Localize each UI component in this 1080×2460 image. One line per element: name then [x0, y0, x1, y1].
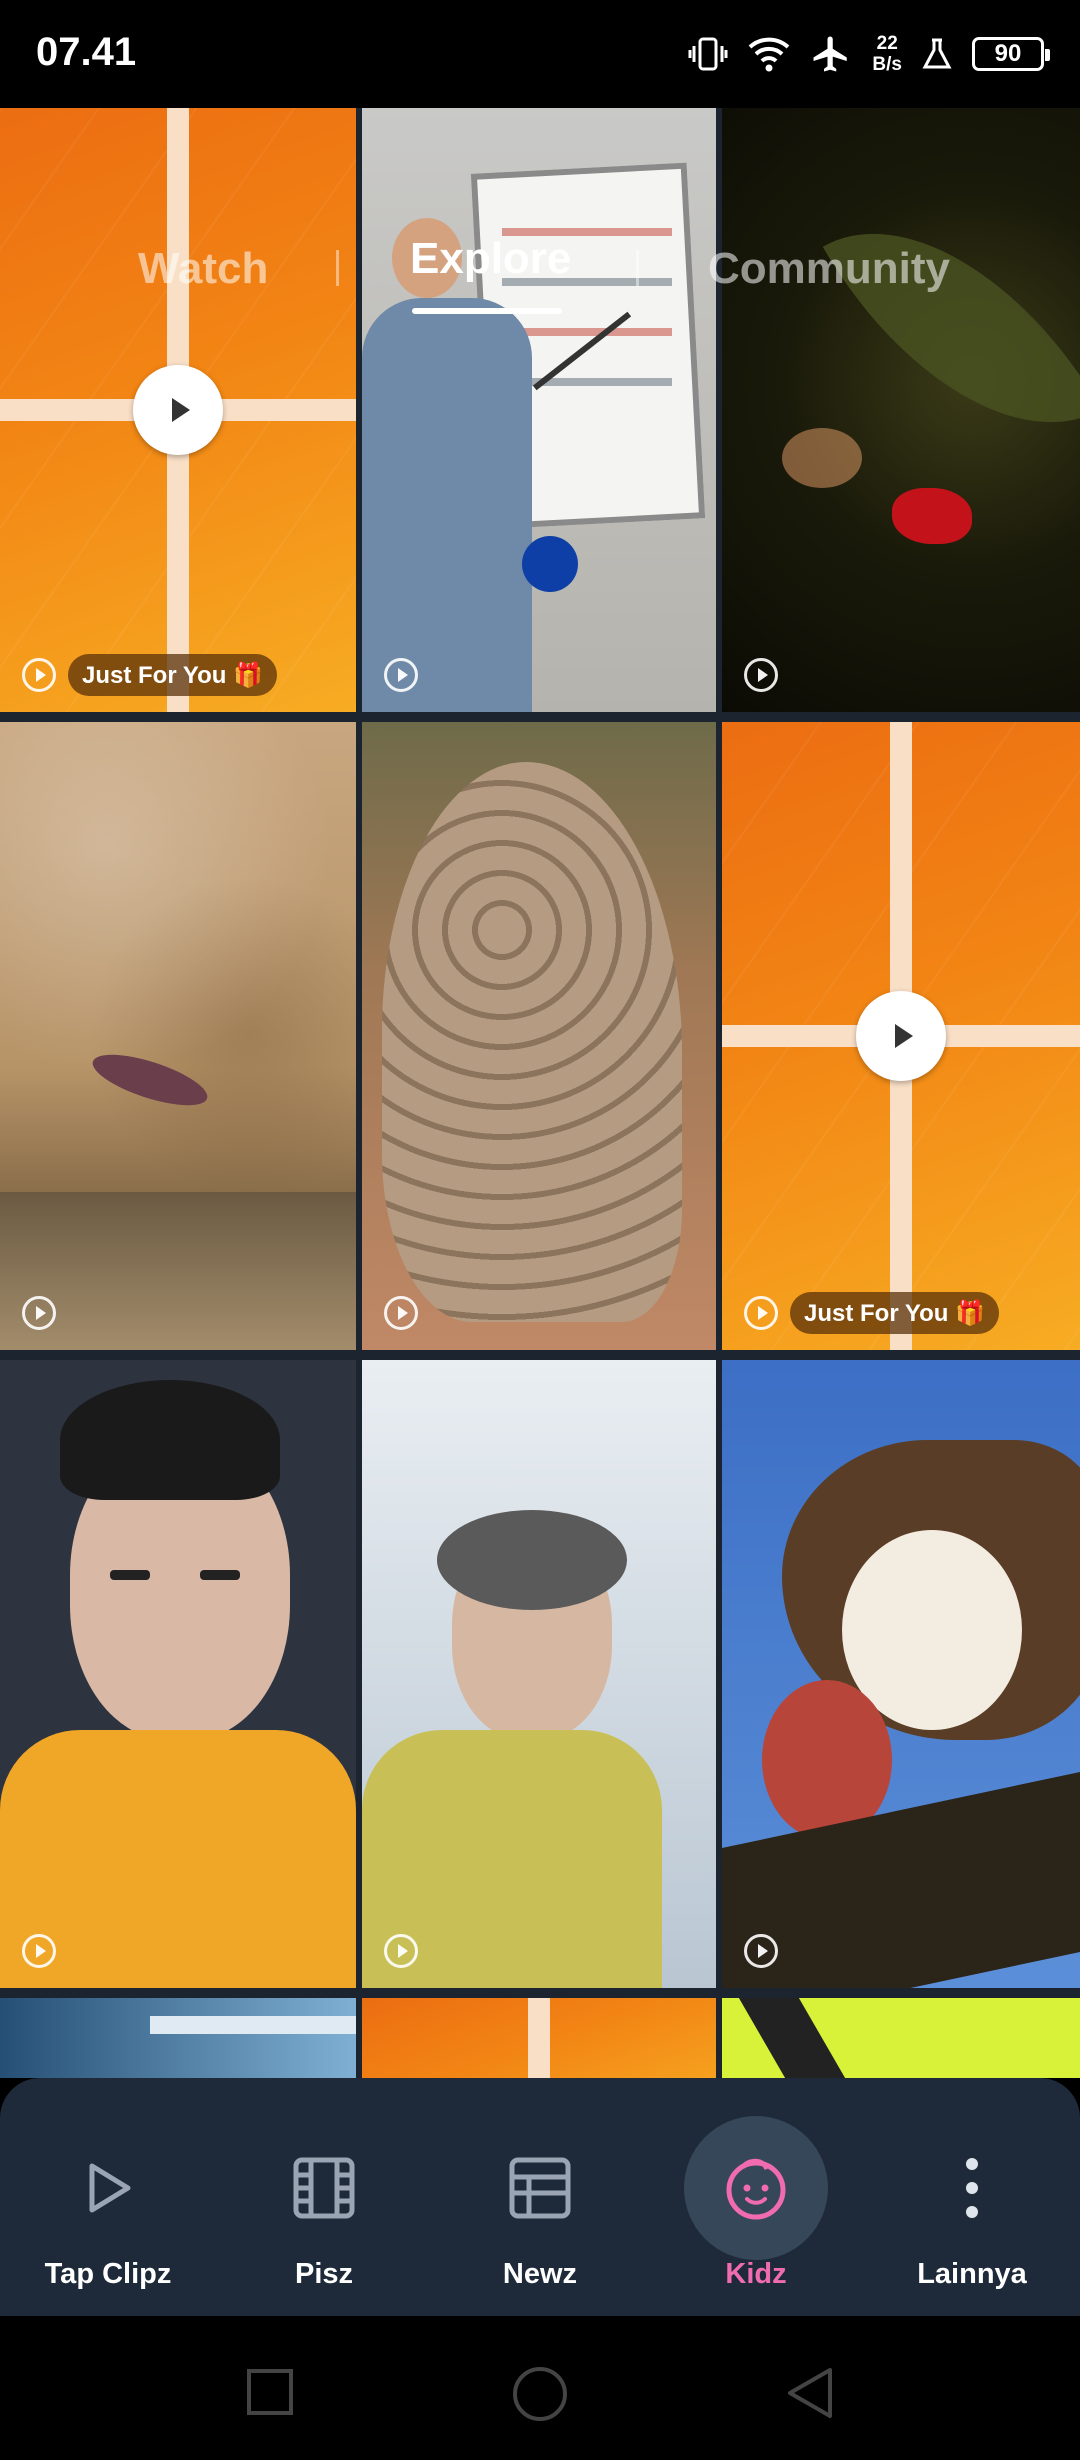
nav-item-tap-clipz[interactable]: Tap Clipz [0, 2078, 216, 2316]
video-type-icon [384, 658, 418, 692]
nav-label: Kidz [725, 2258, 787, 2290]
kid-face-icon [684, 2116, 828, 2260]
video-tile[interactable] [0, 722, 356, 1350]
network-speed: 22 B/s [872, 33, 902, 75]
nav-label: Newz [502, 2258, 578, 2290]
more-vertical-icon [900, 2116, 1044, 2260]
nav-label: Lainnya [917, 2258, 1027, 2290]
video-type-icon [744, 1934, 778, 1968]
just-for-you-badge: Just For You 🎁 [790, 1292, 1000, 1334]
play-outline-icon [36, 2116, 180, 2260]
video-type-icon [22, 658, 56, 692]
nav-item-lainnya[interactable]: Lainnya [864, 2078, 1080, 2316]
system-navigation-bar [0, 2316, 1080, 2460]
status-icons: 22 B/s 90 [688, 26, 1050, 82]
tab-divider [636, 250, 639, 286]
video-tile[interactable] [362, 1360, 716, 1988]
bottom-navigation: Tap Clipz Pisz Newz Kidz Lainnya [0, 2078, 1080, 2316]
flask-icon [922, 38, 952, 69]
status-bar: 07.41 22 B/s 90 [0, 0, 1080, 108]
tab-explore[interactable]: Explore [410, 234, 571, 284]
nav-label: Pisz [294, 2258, 354, 2290]
video-tile[interactable] [0, 1998, 356, 2078]
film-icon [252, 2116, 396, 2260]
video-tile[interactable] [0, 1360, 356, 1988]
nav-item-pisz[interactable]: Pisz [216, 2078, 432, 2316]
video-tile[interactable]: Just For You 🎁 [722, 722, 1080, 1350]
video-type-icon [22, 1934, 56, 1968]
home-icon[interactable] [512, 2366, 568, 2422]
active-tab-indicator [412, 308, 562, 314]
video-type-icon [384, 1296, 418, 1330]
battery-indicator: 90 [972, 37, 1050, 71]
clock: 07.41 [36, 30, 137, 74]
tab-watch[interactable]: Watch [138, 244, 268, 294]
newspaper-icon [468, 2116, 612, 2260]
play-icon[interactable] [133, 365, 223, 455]
recents-icon[interactable] [246, 2368, 294, 2416]
tab-community[interactable]: Community [708, 244, 950, 294]
just-for-you-badge: Just For You 🎁 [68, 654, 278, 696]
video-tile[interactable] [722, 1998, 1080, 2078]
video-grid[interactable]: Just For You 🎁 Just For You 🎁 [0, 108, 1080, 2078]
nav-label: Tap Clipz [44, 2258, 172, 2290]
back-icon[interactable] [784, 2366, 834, 2420]
video-type-icon [744, 1296, 778, 1330]
tab-divider [336, 250, 339, 286]
video-tile[interactable] [362, 1998, 716, 2078]
vibrate-icon [688, 37, 728, 71]
airplane-mode-icon [813, 36, 848, 72]
top-tabs: Watch Explore Community [0, 130, 1080, 314]
video-type-icon [22, 1296, 56, 1330]
video-tile[interactable] [722, 1360, 1080, 1988]
play-icon[interactable] [856, 991, 946, 1081]
video-type-icon [384, 1934, 418, 1968]
video-type-icon [744, 658, 778, 692]
nav-item-kidz[interactable]: Kidz [648, 2078, 864, 2316]
video-tile[interactable] [362, 722, 716, 1350]
wifi-icon [749, 37, 790, 72]
nav-item-newz[interactable]: Newz [432, 2078, 648, 2316]
